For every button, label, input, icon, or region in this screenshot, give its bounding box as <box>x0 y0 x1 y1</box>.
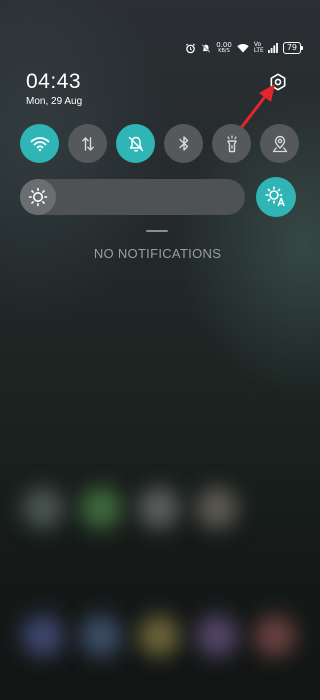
location-pin-icon <box>272 135 287 152</box>
wifi-icon <box>30 136 49 151</box>
auto-brightness-icon <box>265 186 285 207</box>
wifi-icon <box>237 43 249 53</box>
bell-off-icon <box>128 136 143 152</box>
auto-brightness-button[interactable] <box>256 177 296 217</box>
flashlight-icon <box>226 134 237 152</box>
bluetooth-toggle[interactable] <box>164 124 203 163</box>
bluetooth-icon <box>178 136 188 151</box>
alarm-icon <box>186 43 196 53</box>
volte-indicator: Vo LTE <box>253 41 264 54</box>
empty-notifications-text: NO NOTIFICATIONS <box>93 246 222 261</box>
network-speed-unit: KB/S <box>218 48 230 54</box>
location-toggle[interactable] <box>260 124 299 163</box>
clock-date: Mon, 29 Aug <box>26 96 83 107</box>
signal-icon <box>267 43 278 53</box>
sun-icon <box>28 187 48 207</box>
data-arrows-icon <box>81 136 94 151</box>
clock-time: 04:43 <box>26 70 82 93</box>
silent-mode-toggle[interactable] <box>116 124 155 163</box>
status-bar: 0.00 KB/S Vo LTE 79 <box>185 40 304 56</box>
panel-drag-handle[interactable] <box>146 230 168 232</box>
brightness-slider[interactable] <box>20 179 245 215</box>
flashlight-toggle[interactable] <box>212 124 251 163</box>
network-speed: 0.00 KB/S <box>216 42 232 55</box>
mobile-data-toggle[interactable] <box>68 124 107 163</box>
battery-indicator: 79 <box>282 42 304 54</box>
quick-toggles <box>20 124 299 163</box>
wifi-toggle[interactable] <box>20 124 59 163</box>
do-not-disturb-icon <box>201 43 211 53</box>
